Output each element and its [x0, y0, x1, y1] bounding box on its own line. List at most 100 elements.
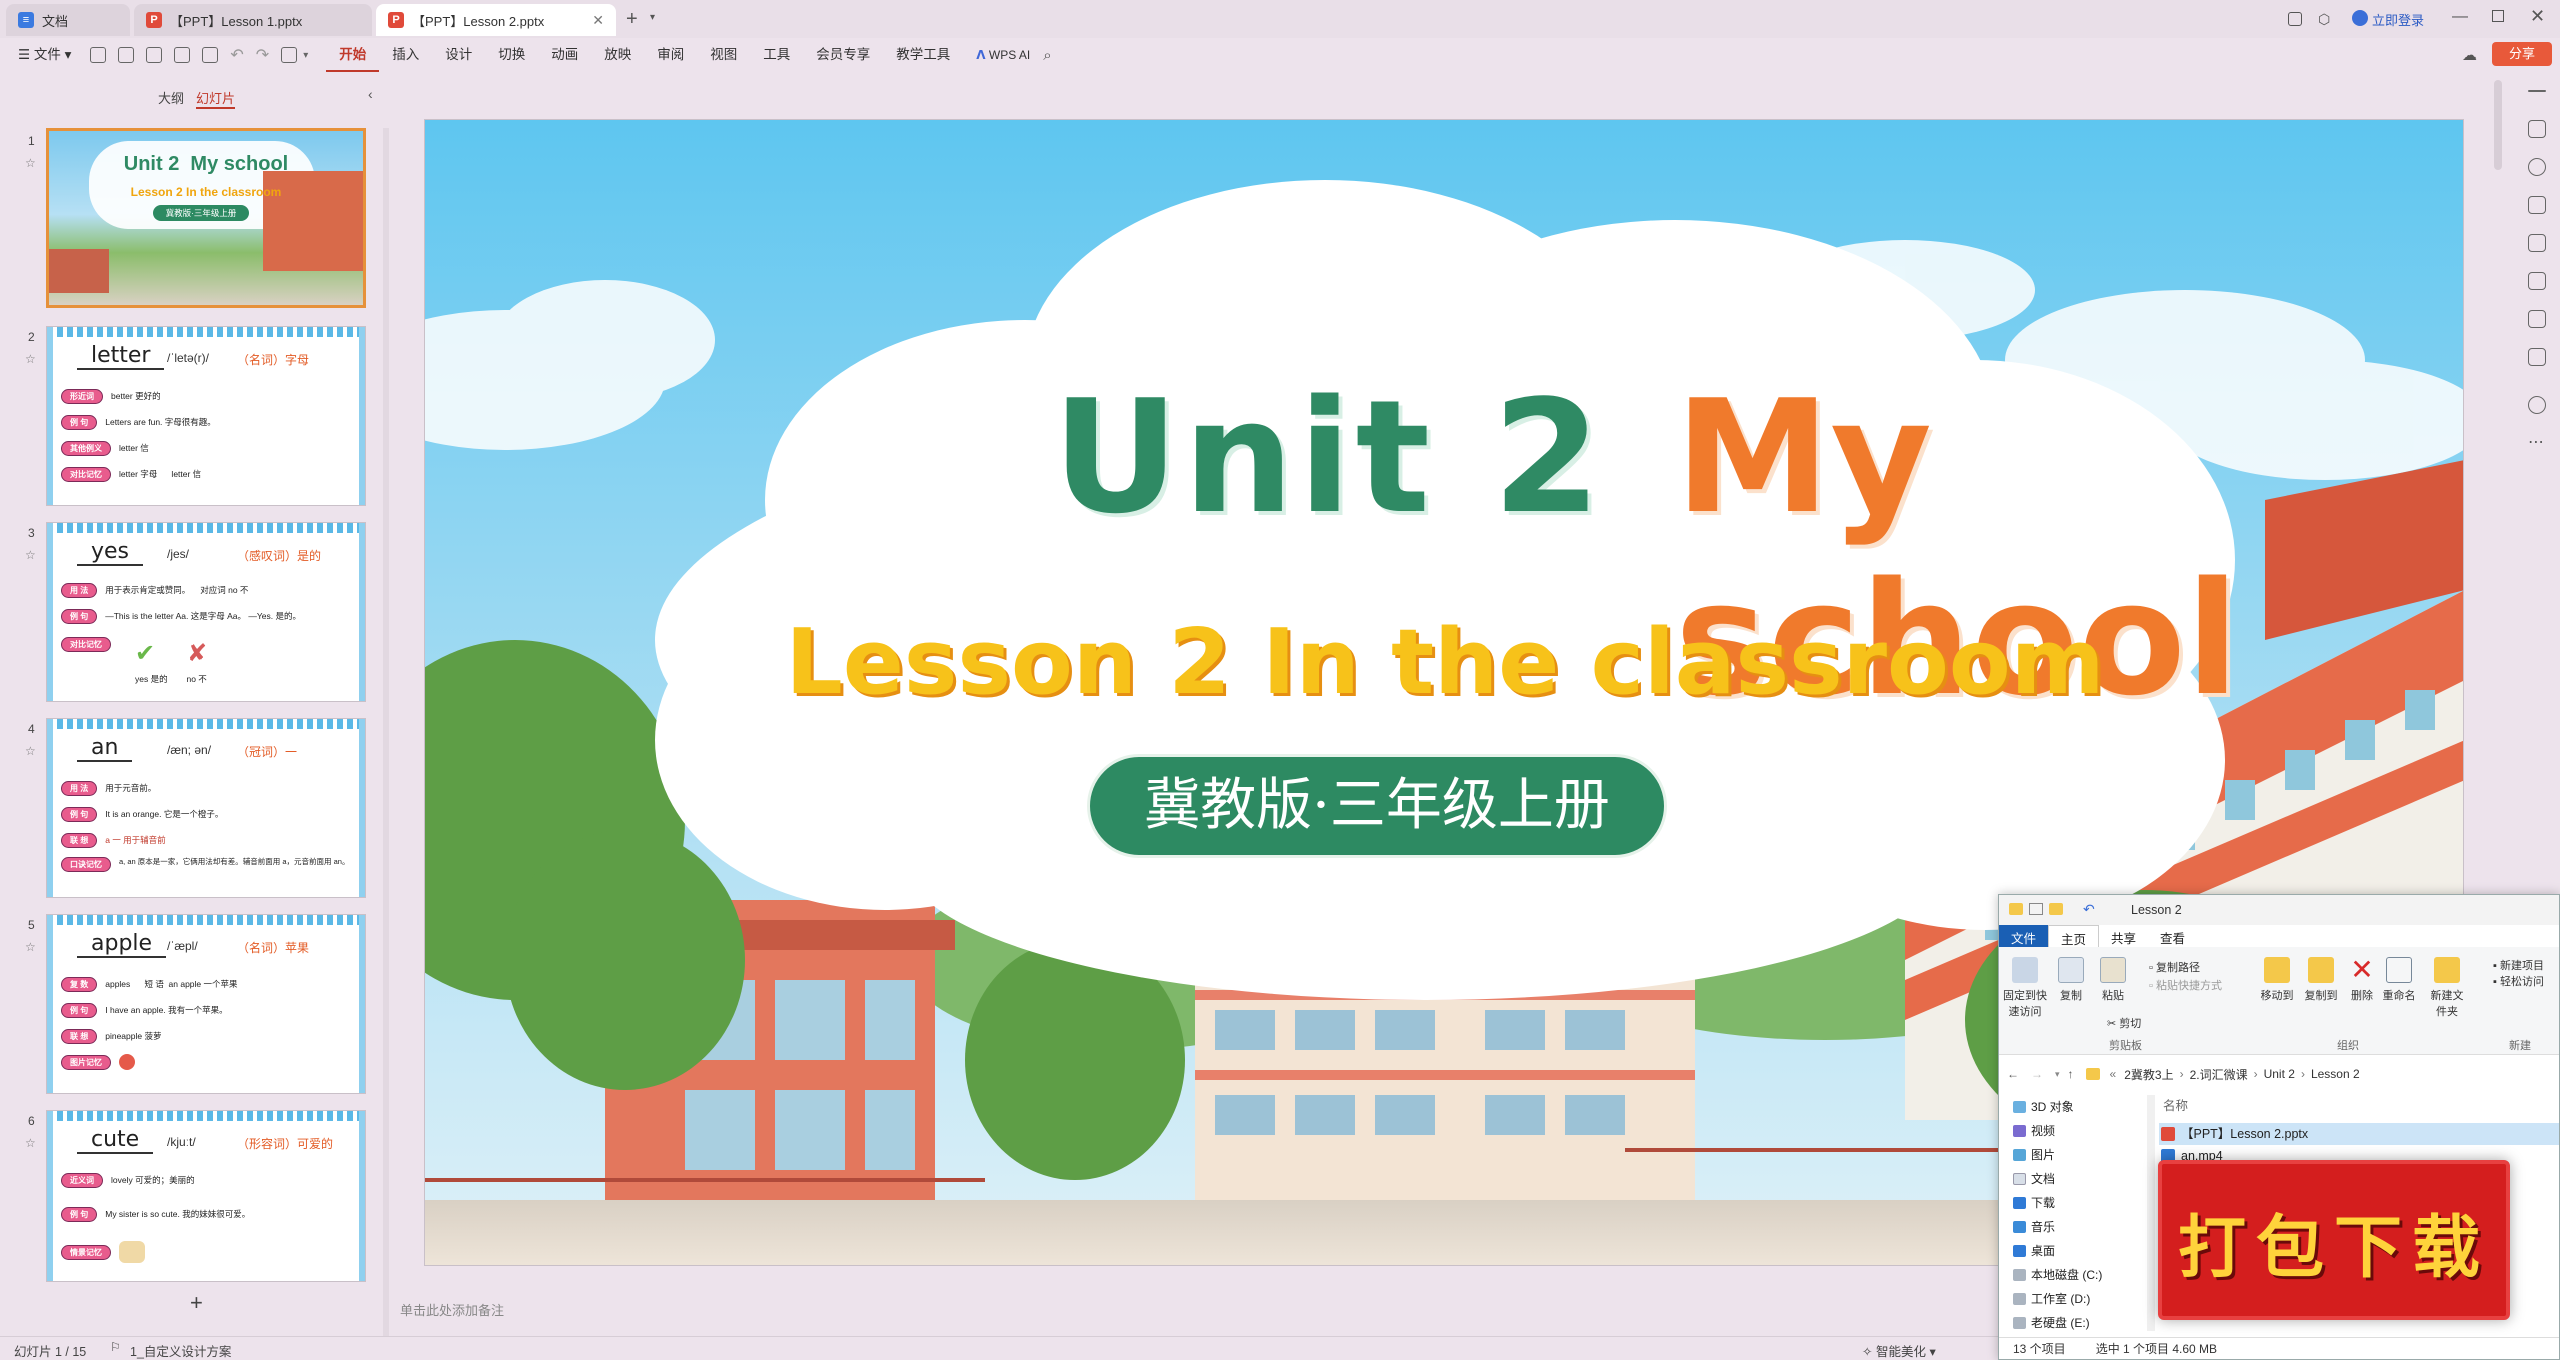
menu-view[interactable]: 视图 — [697, 38, 750, 72]
thumbnail-slide-4[interactable]: an /æn; ən/ （冠词）一 用 法用于元音前。 例 句 It is an … — [46, 718, 366, 898]
tab-lesson1[interactable]: P 【PPT】Lesson 1.pptx — [134, 4, 372, 36]
menu-home[interactable]: 开始 — [326, 38, 380, 72]
undo-icon[interactable]: ↶ — [230, 45, 243, 65]
save-icon[interactable] — [146, 47, 163, 63]
file-row[interactable]: 【PPT】Lesson 2.pptx — [2159, 1123, 2559, 1145]
nav-item-desktop[interactable]: 桌面 — [1999, 1239, 2145, 1263]
gift-icon[interactable] — [2528, 348, 2546, 366]
paste-button[interactable]: 粘贴 — [2095, 957, 2131, 1003]
star-icon[interactable] — [2528, 158, 2546, 176]
tools-icon[interactable] — [2528, 272, 2546, 290]
canvas-scrollbar[interactable] — [2494, 80, 2502, 170]
nav-item-music[interactable]: 音乐 — [1999, 1215, 2145, 1239]
close-window-icon[interactable]: ✕ — [2530, 6, 2545, 27]
menu-transition[interactable]: 切换 — [485, 38, 538, 72]
menu-tools[interactable]: 工具 — [750, 38, 803, 72]
nav-item-drive-c[interactable]: 本地磁盘 (C:) — [1999, 1263, 2145, 1287]
tab-outline[interactable]: 大纲 — [158, 88, 184, 107]
minimize-icon[interactable]: — — [2452, 8, 2468, 26]
close-icon[interactable]: ✕ — [592, 12, 604, 29]
print-icon[interactable] — [174, 47, 191, 63]
explorer-tab-share[interactable]: 共享 — [2099, 925, 2148, 947]
explorer-tab-view[interactable]: 查看 — [2148, 925, 2197, 947]
paste-shortcut-button[interactable]: ▫ 粘贴快捷方式 — [2149, 977, 2222, 993]
collapse-panel-icon[interactable]: ‹ — [368, 86, 373, 102]
menu-member[interactable]: 会员专享 — [803, 38, 883, 72]
share-button[interactable]: 分享 — [2492, 42, 2552, 66]
nav-item-pictures[interactable]: 图片 — [1999, 1143, 2145, 1167]
theme-name[interactable]: 1_自定义设计方案 — [130, 1341, 231, 1360]
menu-insert[interactable]: 插入 — [379, 38, 432, 72]
file-menu[interactable]: ☰ 文件 ▾ — [0, 38, 84, 72]
breadcrumb-item[interactable]: Lesson 2 — [2311, 1067, 2360, 1081]
star-icon[interactable]: ☆ — [25, 1136, 36, 1150]
layout-icon[interactable] — [2288, 12, 2302, 26]
cut-button[interactable]: ✂ 剪切 — [2107, 1015, 2141, 1031]
breadcrumb-item[interactable]: Unit 2 — [2264, 1067, 2295, 1081]
star-icon[interactable]: ☆ — [25, 548, 36, 562]
new-item-button[interactable]: ▪ 新建项目 — [2493, 957, 2544, 973]
properties-icon[interactable] — [2029, 903, 2043, 915]
rename-button[interactable]: 重命名 — [2381, 957, 2417, 1003]
menu-design[interactable]: 设计 — [432, 38, 485, 72]
book-icon[interactable] — [2528, 310, 2546, 328]
nav-item-videos[interactable]: 视频 — [1999, 1119, 2145, 1143]
menu-slideshow[interactable]: 放映 — [591, 38, 644, 72]
notes-placeholder[interactable]: 单击此处添加备注 — [400, 1300, 504, 1319]
breadcrumb-item[interactable]: 2冀教3上 — [2124, 1066, 2173, 1083]
star-icon[interactable]: ☆ — [25, 352, 36, 366]
tab-slides[interactable]: 幻灯片 — [196, 88, 236, 109]
preview-icon[interactable] — [202, 47, 219, 63]
nav-item-documents[interactable]: 文档 — [1999, 1167, 2145, 1191]
star-icon[interactable]: ☆ — [25, 940, 36, 954]
cloud-icon[interactable]: ☁ — [2462, 46, 2477, 64]
explorer-tab-home[interactable]: 主页 — [2048, 925, 2100, 947]
thumbnail-slide-3[interactable]: yes /jes/ （感叹词）是的 用 法用于表示肯定或赞同。 对应词 no 不 … — [46, 522, 366, 702]
thumbnail-slide-2[interactable]: letter /ˈletə(r)/ （名词）字母 形近词 better 更好的 例… — [46, 326, 366, 506]
thumbnail-slide-5[interactable]: apple /ˈæpl/ （名词）苹果 复 数 apples 短 语 an app… — [46, 914, 366, 1094]
nav-item-drive-d[interactable]: 工作室 (D:) — [1999, 1287, 2145, 1311]
menu-teaching[interactable]: 教学工具 — [883, 38, 963, 72]
open-icon[interactable] — [118, 47, 135, 63]
forward-icon[interactable]: → — [2031, 1067, 2043, 1081]
login-link[interactable]: 立即登录 — [2372, 10, 2424, 29]
maximize-icon[interactable] — [2492, 10, 2504, 22]
tab-docs[interactable]: ≡ 文档 — [6, 4, 130, 36]
column-header-name[interactable]: 名称 — [2159, 1095, 2559, 1117]
address-bar[interactable]: ← → ▾ ↑ « 2冀教3上 › 2.词汇微课 › Unit 2 › Less… — [1999, 1061, 2559, 1087]
menu-animation[interactable]: 动画 — [538, 38, 591, 72]
nav-scrollbar[interactable] — [2147, 1095, 2155, 1331]
chevron-down-icon[interactable]: ▾ — [2055, 1069, 2060, 1080]
copy-button[interactable]: 复制 — [2053, 957, 2089, 1003]
more-icon[interactable]: ⋯ — [2528, 432, 2544, 452]
thumbnail-scrollbar[interactable] — [383, 128, 389, 1348]
star-icon[interactable]: ☆ — [25, 156, 36, 170]
help-icon[interactable] — [2528, 396, 2546, 414]
new-folder-icon[interactable] — [2049, 903, 2063, 915]
undo-icon[interactable]: ↶ — [2083, 901, 2095, 918]
star-icon[interactable]: ☆ — [25, 744, 36, 758]
thumbnail-slide-6[interactable]: cute /kjuːt/ （形容词）可爱的 近义词 lovely 可爱的；美丽的 … — [46, 1110, 366, 1282]
minus-icon[interactable] — [2528, 90, 2546, 92]
nav-item-3d[interactable]: 3D 对象 — [1999, 1095, 2145, 1119]
image-icon[interactable] — [2528, 234, 2546, 252]
thumbnail-slide-1[interactable]: Unit 2 My school Lesson 2 In the classro… — [46, 128, 366, 308]
settings-icon[interactable] — [2528, 120, 2546, 138]
copy-icon[interactable] — [2528, 196, 2546, 214]
wps-ai-button[interactable]: ᐱ WPS AI — [963, 38, 1043, 72]
copy-path-button[interactable]: ▫ 复制路径 — [2149, 959, 2200, 975]
back-icon[interactable]: ← — [2007, 1067, 2019, 1081]
cube-icon[interactable]: ⬡ — [2318, 11, 2330, 28]
explorer-tab-file[interactable]: 文件 — [1999, 925, 2049, 947]
redo-icon[interactable]: ↷ — [256, 45, 269, 65]
breadcrumb-item[interactable]: 2.词汇微课 — [2190, 1066, 2248, 1083]
tab-lesson2[interactable]: P 【PPT】Lesson 2.pptx ✕ — [376, 4, 616, 36]
add-slide-icon[interactable]: + — [190, 1290, 203, 1316]
move-to-button[interactable]: 移动到 — [2257, 957, 2297, 1003]
nav-item-drive-e[interactable]: 老硬盘 (E:) — [1999, 1311, 2145, 1335]
chevron-down-icon[interactable]: ▾ — [303, 50, 308, 61]
search-icon[interactable]: ⌕ — [1043, 47, 1051, 64]
easy-access-button[interactable]: ▪ 轻松访问 — [2493, 973, 2544, 989]
menu-review[interactable]: 审阅 — [644, 38, 697, 72]
pin-quick-access-button[interactable]: 固定到快速访问 — [2003, 957, 2047, 1019]
